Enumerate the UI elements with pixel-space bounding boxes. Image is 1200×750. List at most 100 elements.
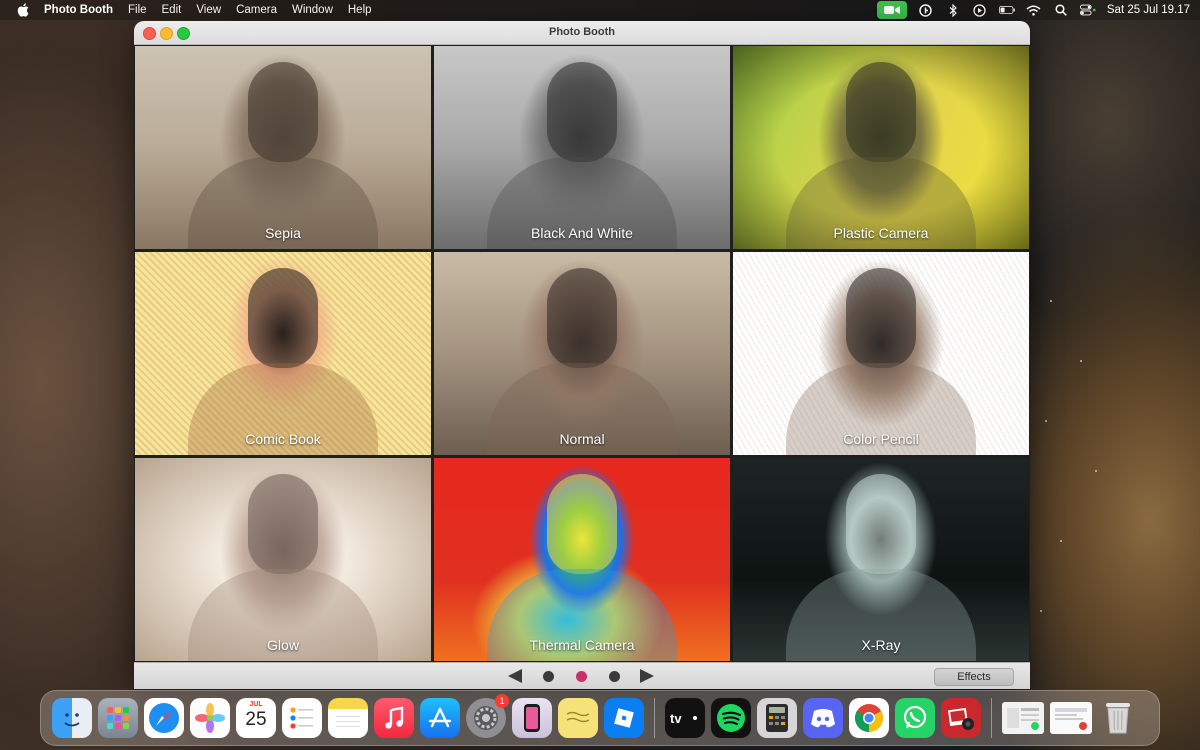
subject-head (248, 62, 318, 163)
window-title: Photo Booth (549, 26, 615, 38)
wallpaper-star (1095, 470, 1097, 472)
iphone-mirroring-icon[interactable] (512, 698, 552, 738)
reminders-icon[interactable] (282, 698, 322, 738)
apple-menu-icon[interactable] (16, 2, 32, 18)
subject-silhouette (188, 268, 378, 455)
subject-head (248, 474, 318, 575)
effect-tile-color-pencil[interactable]: Color Pencil (733, 252, 1029, 455)
effects-button[interactable]: Effects (934, 668, 1014, 686)
wallpaper-star (1080, 360, 1082, 362)
calculator-icon[interactable] (757, 698, 797, 738)
subject-silhouette (786, 474, 976, 661)
minimized-window-thumbnail[interactable] (1002, 702, 1044, 734)
subject-silhouette (786, 62, 976, 249)
effect-label: Comic Book (245, 431, 321, 447)
wallpaper-star (1045, 420, 1047, 422)
calendar-icon[interactable]: JUL 25 (236, 698, 276, 738)
page-dot-3[interactable] (609, 671, 620, 682)
dock-separator (991, 698, 992, 738)
subject-silhouette (786, 268, 976, 455)
effect-label: Thermal Camera (529, 637, 635, 653)
subject-head (547, 474, 617, 575)
subject-silhouette (487, 268, 677, 455)
window-title-bar[interactable]: Photo Booth (134, 21, 1030, 45)
stickies-icon[interactable] (558, 698, 598, 738)
effect-label: Black And White (531, 225, 633, 241)
photos-icon[interactable] (190, 698, 230, 738)
whatsapp-icon[interactable] (895, 698, 935, 738)
chrome-icon[interactable] (849, 698, 889, 738)
effect-tile-glow[interactable]: Glow (135, 458, 431, 661)
minimized-window-thumbnail[interactable] (1050, 702, 1092, 734)
dock-separator (654, 698, 655, 738)
camera-in-use-icon[interactable] (876, 1, 907, 19)
finder-icon[interactable] (52, 698, 92, 738)
menu-camera[interactable]: Camera (236, 4, 277, 16)
menu-bar-clock[interactable]: Sat 25 Jul 19.17 (1107, 4, 1190, 16)
page-dot-2-active[interactable] (576, 671, 587, 682)
menu-bar: Photo Booth File Edit View Camera Window… (0, 0, 1200, 20)
system-settings-icon[interactable]: 1 (466, 694, 509, 738)
wallpaper-star (1040, 610, 1042, 612)
effect-label: Plastic Camera (833, 225, 929, 241)
effect-tile-black-and-white[interactable]: Black And White (434, 46, 730, 249)
battery-icon[interactable] (998, 3, 1015, 17)
subject-head (846, 62, 916, 163)
apple-tv-icon[interactable]: tv (665, 698, 705, 738)
effect-label: X-Ray (861, 637, 901, 653)
subject-silhouette (188, 62, 378, 249)
effects-bottom-bar: Effects (134, 662, 1030, 689)
subject-silhouette (487, 62, 677, 249)
menu-view[interactable]: View (196, 4, 221, 16)
bluetooth-icon[interactable] (945, 3, 961, 17)
next-page-arrow-icon[interactable] (640, 669, 654, 683)
trash-icon[interactable] (1098, 698, 1138, 738)
launchpad-icon[interactable] (98, 698, 138, 738)
notes-icon[interactable] (328, 698, 368, 738)
screen-sharing-icon[interactable] (918, 3, 934, 17)
control-center-icon[interactable] (1079, 3, 1096, 17)
effect-tile-sepia[interactable]: Sepia (135, 46, 431, 249)
wallpaper-star (1060, 540, 1062, 542)
svg-text:tv: tv (670, 711, 682, 726)
menu-help[interactable]: Help (348, 4, 372, 16)
effect-tile-thermal-camera[interactable]: Thermal Camera (434, 458, 730, 661)
notification-badge: 1 (495, 694, 509, 708)
roblox-icon[interactable] (604, 698, 644, 738)
wifi-icon[interactable] (1026, 3, 1042, 17)
page-dot-1[interactable] (543, 671, 554, 682)
subject-head (547, 62, 617, 163)
effects-grid: Sepia Black And White Plastic Camera Com… (134, 45, 1030, 662)
previous-page-arrow-icon[interactable] (508, 669, 522, 683)
subject-head (547, 268, 617, 369)
wallpaper-star (1050, 300, 1052, 302)
effect-label: Normal (559, 431, 605, 447)
subject-silhouette (487, 474, 677, 661)
subject-head (248, 268, 318, 369)
menu-file[interactable]: File (128, 4, 147, 16)
subject-head (846, 268, 916, 369)
effect-label: Glow (267, 637, 299, 653)
menu-edit[interactable]: Edit (162, 4, 182, 16)
effect-tile-normal[interactable]: Normal (434, 252, 730, 455)
menu-window[interactable]: Window (292, 4, 333, 16)
effect-tile-x-ray[interactable]: X-Ray (733, 458, 1029, 661)
dock: JUL 25 1 tv (40, 690, 1160, 746)
music-icon[interactable] (374, 698, 414, 738)
photo-booth-window: Photo Booth Sepia Black And White Plasti… (134, 21, 1030, 689)
spotify-icon[interactable] (711, 698, 751, 738)
now-playing-icon[interactable] (972, 3, 988, 17)
effect-tile-comic-book[interactable]: Comic Book (135, 252, 431, 455)
calendar-month: JUL (249, 701, 263, 708)
subject-silhouette (188, 474, 378, 661)
spotlight-search-icon[interactable] (1053, 3, 1069, 17)
discord-icon[interactable] (803, 698, 843, 738)
photo-booth-dock-icon[interactable] (941, 698, 981, 738)
menu-app-name[interactable]: Photo Booth (44, 4, 113, 16)
effect-tile-plastic-camera[interactable]: Plastic Camera (733, 46, 1029, 249)
app-store-icon[interactable] (420, 698, 460, 738)
effect-label: Color Pencil (843, 431, 919, 447)
effect-label: Sepia (265, 225, 301, 241)
safari-icon[interactable] (144, 698, 184, 738)
calendar-day: 25 (245, 709, 267, 730)
